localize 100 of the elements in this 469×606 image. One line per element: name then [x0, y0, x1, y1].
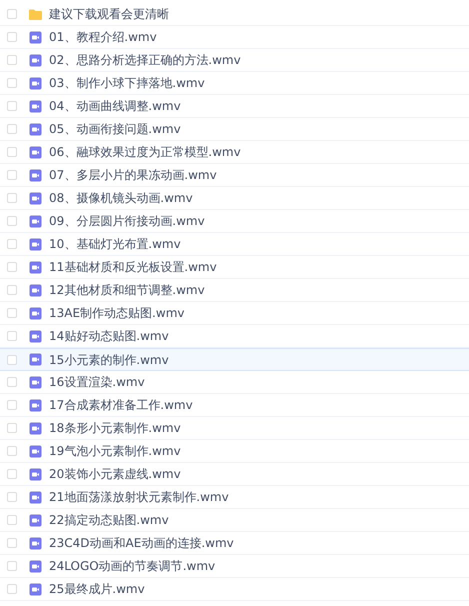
video-file-icon	[29, 306, 42, 320]
file-row[interactable]: 建议下载观看会更清晰	[0, 3, 469, 26]
file-name[interactable]: 16设置渲染.wmv	[49, 373, 145, 391]
checkbox[interactable]	[7, 584, 17, 594]
file-row[interactable]: 19气泡小元素制作.wmv	[0, 440, 469, 463]
checkbox[interactable]	[7, 308, 17, 318]
file-row[interactable]: 22搞定动态贴图.wmv	[0, 509, 469, 532]
file-row[interactable]: 09、分层圆片衔接动画.wmv	[0, 210, 469, 233]
checkbox[interactable]	[7, 124, 17, 134]
checkbox[interactable]	[7, 492, 17, 502]
checkbox[interactable]	[7, 469, 17, 479]
video-file-icon	[29, 514, 42, 526]
file-name[interactable]: 04、动画曲线调整.wmv	[49, 97, 181, 115]
file-name[interactable]: 10、基础灯光布置.wmv	[49, 235, 181, 253]
video-file-icon	[29, 422, 42, 434]
file-row[interactable]: 18条形小元素制作.wmv	[0, 417, 469, 440]
file-row[interactable]: 21地面荡漾放射状元素制作.wmv	[0, 486, 469, 509]
checkbox[interactable]	[7, 9, 17, 19]
file-row[interactable]: 20装饰小元素虚线.wmv	[0, 463, 469, 486]
file-name[interactable]: 12其他材质和细节调整.wmv	[49, 281, 205, 299]
video-file-icon	[29, 582, 42, 596]
file-name[interactable]: 18条形小元素制作.wmv	[49, 419, 181, 437]
file-row[interactable]: 10、基础灯光布置.wmv	[0, 233, 469, 256]
file-row[interactable]: 07、多层小片的果冻动画.wmv	[0, 164, 469, 187]
checkbox[interactable]	[7, 561, 17, 571]
file-name[interactable]: 13AE制作动态贴图.wmv	[49, 304, 184, 322]
file-row[interactable]: 12其他材质和细节调整.wmv	[0, 279, 469, 302]
file-name[interactable]: 23C4D动画和AE动画的连接.wmv	[49, 534, 234, 552]
video-file-icon	[29, 168, 42, 182]
file-name[interactable]: 22搞定动态贴图.wmv	[49, 511, 169, 529]
checkbox[interactable]	[7, 331, 17, 341]
checkbox[interactable]	[7, 400, 17, 410]
video-file-icon	[29, 376, 42, 388]
checkbox[interactable]	[7, 262, 17, 272]
checkbox[interactable]	[7, 193, 17, 203]
file-name[interactable]: 建议下载观看会更清晰	[49, 5, 169, 23]
video-file-icon	[29, 353, 42, 366]
video-file-icon	[29, 330, 42, 342]
video-file-icon	[29, 560, 42, 572]
file-name[interactable]: 07、多层小片的果冻动画.wmv	[49, 166, 217, 184]
file-name[interactable]: 03、制作小球下摔落地.wmv	[49, 74, 205, 92]
file-name[interactable]: 11基础材质和反光板设置.wmv	[49, 258, 217, 276]
file-name[interactable]: 20装饰小元素虚线.wmv	[49, 465, 181, 483]
checkbox[interactable]	[7, 78, 17, 88]
video-file-icon	[29, 468, 42, 480]
checkbox[interactable]	[7, 216, 17, 226]
file-row[interactable]: 01、教程介绍.wmv	[0, 26, 469, 49]
file-row[interactable]: 17合成素材准备工作.wmv	[0, 394, 469, 417]
file-name[interactable]: 02、思路分析选择正确的方法.wmv	[49, 51, 241, 69]
file-row[interactable]: 06、融球效果过度为正常模型.wmv	[0, 141, 469, 164]
video-file-icon	[29, 146, 42, 158]
file-row[interactable]: 02、思路分析选择正确的方法.wmv	[0, 49, 469, 72]
video-file-icon	[29, 398, 42, 412]
file-name[interactable]: 25最终成片.wmv	[49, 580, 145, 598]
checkbox[interactable]	[7, 170, 17, 180]
video-file-icon	[29, 214, 42, 228]
video-file-icon	[29, 100, 42, 112]
video-file-icon	[29, 192, 42, 204]
file-name[interactable]: 01、教程介绍.wmv	[49, 28, 157, 46]
checkbox[interactable]	[7, 515, 17, 525]
checkbox[interactable]	[7, 423, 17, 433]
file-row[interactable]: 04、动画曲线调整.wmv	[0, 95, 469, 118]
video-file-icon	[29, 122, 42, 136]
file-row[interactable]: 24LOGO动画的节奏调节.wmv	[0, 555, 469, 578]
checkbox[interactable]	[7, 147, 17, 157]
checkbox[interactable]	[7, 285, 17, 295]
checkbox[interactable]	[7, 377, 17, 387]
checkbox[interactable]	[7, 55, 17, 65]
checkbox[interactable]	[7, 32, 17, 42]
file-name[interactable]: 17合成素材准备工作.wmv	[49, 396, 193, 414]
file-row[interactable]: 16设置渲染.wmv	[0, 371, 469, 394]
file-name[interactable]: 06、融球效果过度为正常模型.wmv	[49, 143, 241, 161]
file-name[interactable]: 08、摄像机镜头动画.wmv	[49, 189, 193, 207]
file-row[interactable]: 23C4D动画和AE动画的连接.wmv	[0, 532, 469, 555]
file-row[interactable]: 15小元素的制作.wmv	[0, 348, 469, 371]
file-name[interactable]: 19气泡小元素制作.wmv	[49, 442, 181, 460]
file-row[interactable]: 13AE制作动态贴图.wmv	[0, 302, 469, 325]
file-row[interactable]: 05、动画衔接问题.wmv	[0, 118, 469, 141]
file-row[interactable]: 25最终成片.wmv	[0, 578, 469, 601]
file-name[interactable]: 09、分层圆片衔接动画.wmv	[49, 212, 205, 230]
file-name[interactable]: 14贴好动态贴图.wmv	[49, 327, 169, 345]
checkbox[interactable]	[7, 354, 17, 364]
checkbox[interactable]	[7, 446, 17, 456]
video-file-icon	[29, 444, 42, 458]
video-file-icon	[29, 54, 42, 66]
file-row[interactable]: 11基础材质和反光板设置.wmv	[0, 256, 469, 279]
checkbox[interactable]	[7, 101, 17, 111]
video-file-icon	[29, 76, 42, 90]
video-file-icon	[29, 284, 42, 296]
file-row[interactable]: 03、制作小球下摔落地.wmv	[0, 72, 469, 95]
video-file-icon	[29, 30, 42, 44]
file-name[interactable]: 15小元素的制作.wmv	[49, 350, 169, 368]
checkbox[interactable]	[7, 538, 17, 548]
video-file-icon	[29, 536, 42, 550]
video-file-icon	[29, 238, 42, 250]
file-name[interactable]: 05、动画衔接问题.wmv	[49, 120, 181, 138]
file-row[interactable]: 08、摄像机镜头动画.wmv	[0, 187, 469, 210]
file-name[interactable]: 21地面荡漾放射状元素制作.wmv	[49, 488, 229, 506]
file-name[interactable]: 24LOGO动画的节奏调节.wmv	[49, 557, 216, 575]
checkbox[interactable]	[7, 239, 17, 249]
